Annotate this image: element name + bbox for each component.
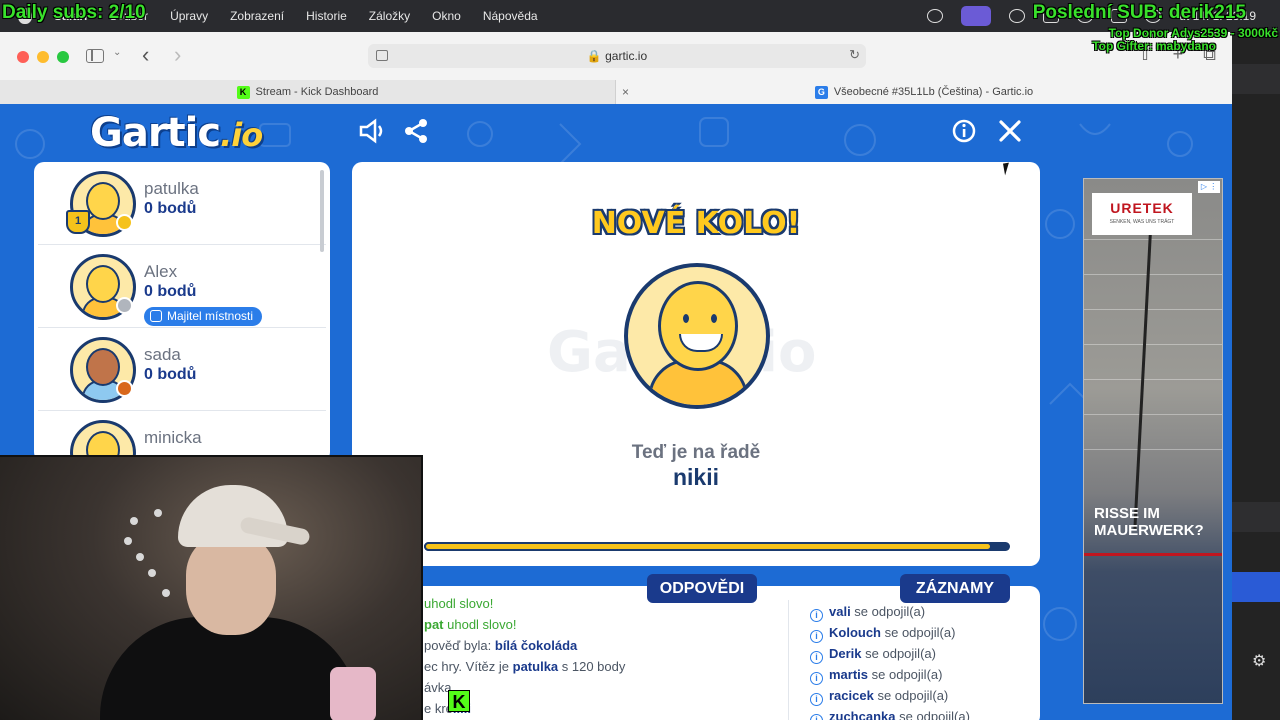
player-row[interactable]: Alex 0 bodů Majitel místnosti: [38, 245, 326, 328]
cup: [330, 667, 376, 720]
close-icon[interactable]: [997, 118, 1023, 144]
zoom-window-button[interactable]: [57, 51, 69, 63]
round-timer-bar: [424, 542, 1010, 551]
menu-zalozky[interactable]: Záložky: [369, 9, 410, 23]
status-icon[interactable]: [927, 9, 944, 23]
player-row[interactable]: sada 0 bodů: [38, 328, 326, 411]
record-line: i vali se odpojil(a): [810, 604, 925, 622]
tab-bar: K Stream - Kick Dashboard G Všeobecné #3…: [0, 80, 1232, 104]
chat-divider: [788, 600, 789, 720]
address-bar[interactable]: 🔒 gartic.io ↻: [368, 44, 866, 68]
answer-line: pat uhodl slovo!: [424, 617, 517, 632]
streamer-face: [186, 535, 276, 635]
status-dot: [116, 380, 133, 397]
player-list: 1 patulka 0 bodů Alex 0 bodů Majitel mís…: [34, 162, 330, 462]
back-arrow-icon[interactable]: ‹: [142, 42, 149, 68]
safari-toolbar: ⌄ ‹ › 🔒 gartic.io ↻ ⇧ + ⧉ K Stream - Kic…: [0, 32, 1232, 104]
player-row[interactable]: 1 patulka 0 bodů: [38, 162, 326, 245]
info-icon: i: [810, 630, 823, 643]
gartic-favicon-icon: G: [814, 85, 828, 99]
info-icon: i: [810, 651, 823, 664]
sidebar-toggle-icon[interactable]: [86, 49, 104, 63]
gartic-logo[interactable]: Gartic.io: [90, 110, 263, 156]
window-controls: [17, 51, 69, 63]
tab-kick-dashboard[interactable]: K Stream - Kick Dashboard: [0, 80, 616, 104]
forward-arrow-icon[interactable]: ›: [174, 42, 181, 68]
gear-icon[interactable]: ⚙: [1252, 651, 1266, 671]
record-line: i martis se odpojil(a): [810, 667, 942, 685]
tab-answers[interactable]: ODPOVĚDI: [647, 574, 757, 603]
drawing-canvas[interactable]: Gartic.io NOVÉ KOLO! Teď je na řadě niki…: [352, 162, 1040, 566]
info-icon: i: [810, 693, 823, 706]
player-score: 0 bodů: [144, 366, 197, 383]
answer-line: ec hry. Vítěz je patulka s 120 body: [424, 659, 626, 674]
tab-title: Všeobecné #35L1Lb (Čeština) - Gartic.io: [833, 86, 1034, 98]
menu-okno[interactable]: Okno: [432, 9, 461, 23]
player-score: 0 bodů: [144, 200, 197, 217]
kick-favicon-icon: K: [236, 85, 250, 99]
webcam-feed: [0, 455, 423, 720]
player-score: 0 bodů: [144, 283, 197, 300]
current-drawer-avatar: [624, 263, 770, 409]
turn-label: Teď je na řadě: [631, 442, 761, 463]
kick-logo-icon: K: [448, 690, 470, 712]
ad-choices-icon[interactable]: ▷ ⋮: [1198, 181, 1220, 193]
info-icon: i: [810, 714, 823, 720]
record-line: i zuchcanka se odpojil(a): [810, 709, 970, 720]
round-timer-fill: [424, 542, 993, 551]
advertisement[interactable]: ▷ ⋮ URETEK SENKEN, WAS UNS TRÄGT RISSE I…: [1083, 178, 1223, 704]
daily-subs-overlay: Daily subs: 2/10: [2, 2, 146, 23]
crown-icon: [150, 310, 162, 322]
player-list-scrollbar[interactable]: [320, 170, 324, 252]
ad-headline: RISSE IM MAUERWERK?: [1094, 505, 1204, 539]
status-dot: [116, 297, 133, 314]
close-tab-icon[interactable]: ×: [622, 85, 629, 99]
info-icon: i: [810, 609, 823, 622]
answer-line: pověď byla: bílá čokoláda: [424, 638, 578, 653]
record-line: i racicek se odpojil(a): [810, 688, 948, 706]
player-name: patulka: [144, 179, 199, 198]
answer-line: uhodl slovo!: [424, 596, 494, 611]
reload-icon[interactable]: ↻: [849, 47, 860, 63]
menu-napoveda[interactable]: Nápověda: [483, 9, 538, 23]
top-donor-overlay: Top Donor Adys2539 - 3000kč: [1108, 26, 1278, 40]
wall-crack: [1133, 199, 1154, 529]
player-name: sada: [144, 345, 181, 364]
menu-historie[interactable]: Historie: [306, 9, 347, 23]
top-gifter-overlay: Top Gifter: mabydano: [1092, 39, 1216, 53]
close-window-button[interactable]: [17, 51, 29, 63]
screen-share-icon[interactable]: [961, 6, 992, 26]
tab-title: Stream - Kick Dashboard: [255, 86, 379, 98]
background-window: [1232, 32, 1280, 720]
round-title: NOVÉ KOLO!: [591, 206, 801, 241]
menu-zobrazeni[interactable]: Zobrazení: [230, 9, 284, 23]
player-name: minicka: [144, 428, 202, 447]
screen: Safari Soubor Úpravy Zobrazení Historie …: [0, 0, 1280, 720]
ad-divider: [1084, 553, 1222, 556]
minimize-window-button[interactable]: [37, 51, 49, 63]
chevron-down-icon[interactable]: ⌄: [113, 47, 121, 58]
ad-logo: URETEK SENKEN, WAS UNS TRÄGT: [1092, 193, 1192, 235]
trophy-icon: 1: [66, 210, 90, 234]
menu-upravy[interactable]: Úpravy: [170, 9, 208, 23]
tab-gartic[interactable]: G Všeobecné #35L1Lb (Čeština) - Gartic.i…: [616, 80, 1232, 104]
sound-icon[interactable]: [357, 118, 387, 144]
player-name: Alex: [144, 262, 178, 281]
url-text: 🔒 gartic.io: [586, 49, 648, 63]
tab-records[interactable]: ZÁZNAMY: [900, 574, 1010, 603]
last-sub-overlay: Poslední SUB: derik215: [1032, 2, 1246, 23]
record-line: i Derik se odpojil(a): [810, 646, 936, 664]
record-line: i Kolouch se odpojil(a): [810, 625, 955, 643]
share-icon[interactable]: [404, 118, 430, 144]
status-dot: [116, 214, 133, 231]
turn-player: nikii: [672, 464, 719, 490]
info-icon: i: [810, 672, 823, 685]
dollar-icon[interactable]: [1009, 9, 1026, 23]
room-owner-badge: Majitel místnosti: [144, 307, 263, 326]
info-icon[interactable]: [951, 118, 977, 144]
